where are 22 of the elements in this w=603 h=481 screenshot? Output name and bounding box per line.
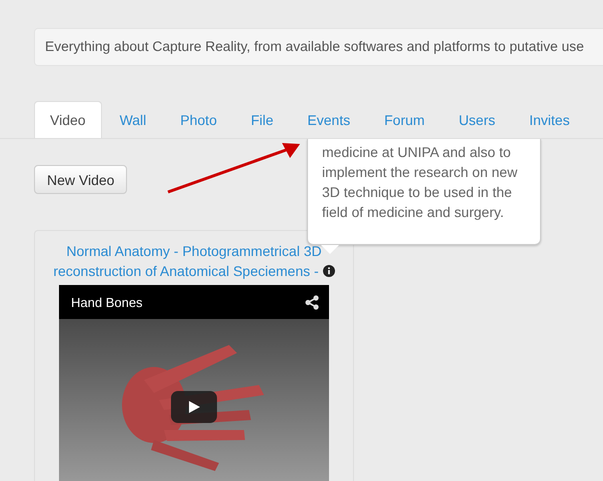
tab[interactable]: Invites <box>513 101 586 138</box>
tab[interactable]: Events <box>291 101 366 138</box>
tab[interactable]: File <box>234 101 290 138</box>
tab[interactable]: Forum <box>368 101 441 138</box>
play-button[interactable] <box>171 391 217 423</box>
tab[interactable]: Users <box>442 101 512 138</box>
tooltip-text: implement the research on new <box>322 163 518 182</box>
tooltip-text: 3D technique to be used in the <box>322 183 513 202</box>
tab[interactable]: Video <box>34 101 102 138</box>
video-title-link[interactable]: Normal Anatomy - Photogrammetrical 3D <box>66 241 322 261</box>
video-title-link[interactable]: reconstruction of Anatomical Speciemens - <box>53 261 319 281</box>
tab[interactable]: Wall <box>104 101 162 138</box>
tooltip-text: medicine at UNIPA and also to <box>322 143 512 162</box>
play-icon <box>187 400 201 414</box>
tab[interactable]: Photo <box>164 101 233 138</box>
tooltip-text: field of medicine and surgery. <box>322 203 505 222</box>
info-icon[interactable] <box>322 265 335 277</box>
share-icon[interactable] <box>305 294 319 310</box>
new-video-button[interactable]: New Video <box>34 165 128 194</box>
video-player[interactable]: Hand Bones <box>59 285 329 481</box>
group-description: Everything about Capture Reality, from available softwares and platforms to putative use <box>34 28 603 66</box>
video-player-title: Hand Bones <box>71 294 143 310</box>
